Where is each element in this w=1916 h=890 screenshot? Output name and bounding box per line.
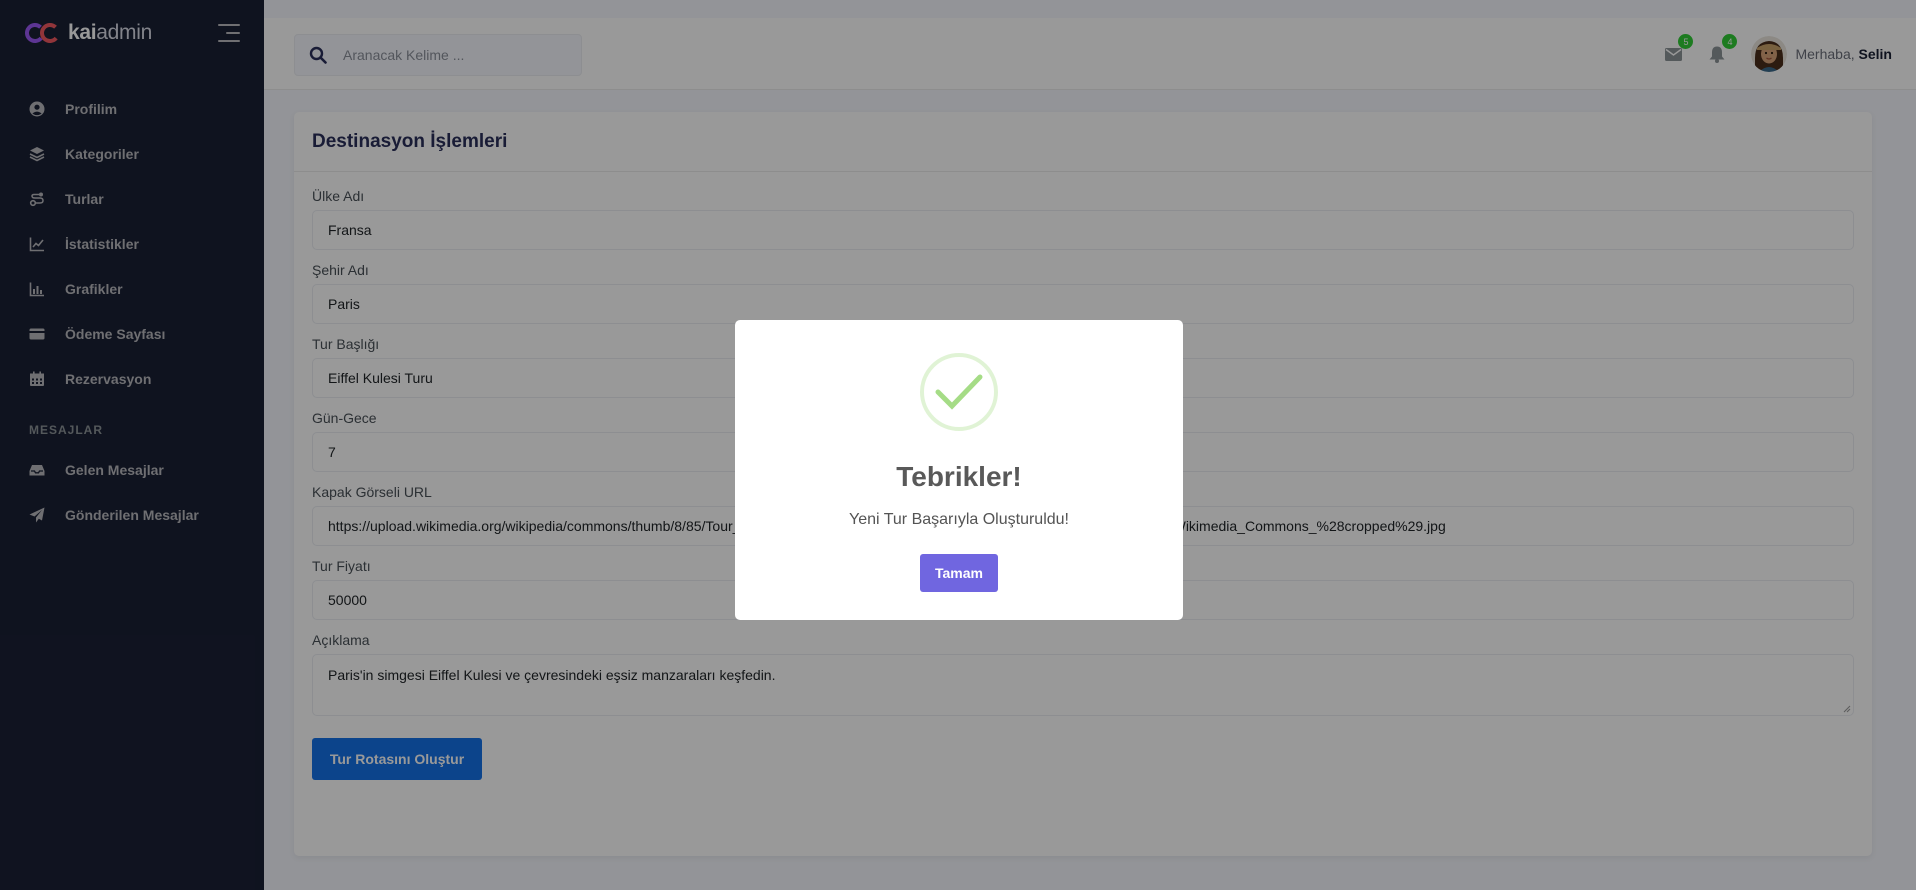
modal-title: Tebrikler!	[896, 461, 1022, 492]
modal-message: Yeni Tur Başarıyla Oluşturuldu!	[849, 511, 1069, 528]
success-check-icon	[920, 353, 998, 431]
ok-button[interactable]: Tamam	[920, 554, 998, 592]
success-modal: Tebrikler! Yeni Tur Başarıyla Oluşturuld…	[735, 320, 1183, 620]
